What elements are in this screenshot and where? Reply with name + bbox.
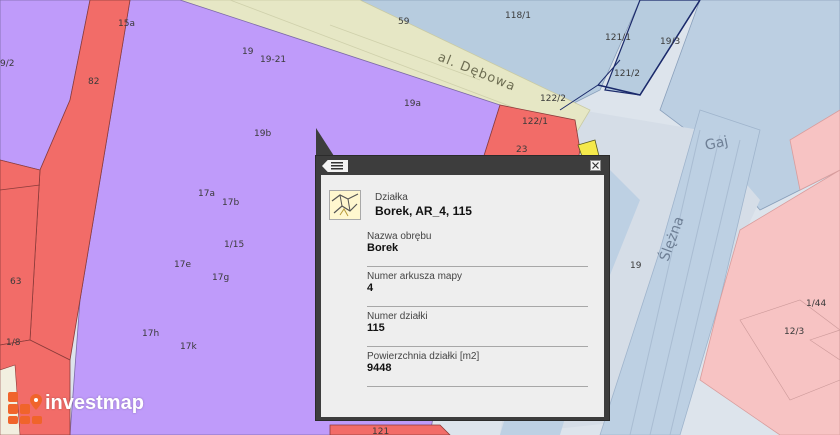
field-value: 4 [367, 282, 374, 294]
field-map-sheet-number: Numer arkusza mapy 4 [367, 271, 588, 307]
field-label: Nazwa obrębu [367, 231, 432, 242]
popup-title-value: Borek, AR_4, 115 [375, 204, 472, 218]
parcel-label: 19 [242, 47, 254, 57]
field-parcel-area: Powierzchnia działki [m2] 9448 [367, 351, 588, 387]
parcel-label: 12/3 [784, 327, 804, 337]
field-label: Numer działki [367, 311, 428, 322]
field-precinct-name: Nazwa obrębu Borek [367, 231, 588, 267]
parcel-label: 17g [212, 273, 229, 283]
parcel-label: 121/1 [605, 33, 631, 43]
field-label: Numer arkusza mapy [367, 271, 463, 282]
parcel-map-icon [329, 190, 361, 220]
list-menu-icon[interactable] [322, 160, 348, 172]
investmap-logo-icon [8, 392, 42, 429]
parcel-label: 82 [88, 77, 99, 87]
popup-title-label: Działka [375, 192, 408, 203]
parcel-label: 19/3 [660, 37, 680, 47]
field-value: Borek [367, 242, 399, 254]
popup-header [316, 156, 609, 175]
parcel-info-popup: Działka Borek, AR_4, 115 Nazwa obrębu Bo… [315, 155, 610, 421]
parcel-label: 17b [222, 198, 239, 208]
parcel-label: 15a [118, 19, 135, 29]
parcel-label: 1/44 [806, 299, 826, 309]
field-value: 115 [367, 322, 385, 334]
parcel-label: 17e [174, 260, 191, 270]
parcel-label: 122/2 [540, 94, 566, 104]
popup-pointer [316, 128, 334, 156]
parcel-label: 17h [142, 329, 159, 339]
parcel-label: 63 [10, 277, 21, 287]
parcel-label: 19a [404, 99, 421, 109]
parcel-label: 17a [198, 189, 215, 199]
parcel-label: 17k [180, 342, 197, 352]
parcel-label: 121 [372, 427, 389, 435]
parcel-label: 1/8 [6, 338, 21, 348]
popup-body: Działka Borek, AR_4, 115 Nazwa obrębu Bo… [321, 175, 604, 417]
parcel-label: 122/1 [522, 117, 548, 127]
parcel-label: 19b [254, 129, 271, 139]
parcel-label: 23 [516, 145, 527, 155]
parcel-label: 121/2 [614, 69, 640, 79]
parcel-label: 19-21 [260, 55, 286, 65]
parcel-label: 19 [630, 261, 642, 271]
close-icon[interactable] [590, 160, 601, 171]
field-value: 9448 [367, 362, 392, 374]
parcel-label: 9/2 [0, 59, 14, 69]
parcel-label: 59 [398, 17, 410, 27]
parcel-label: 118/1 [505, 11, 531, 21]
field-parcel-number: Numer działki 115 [367, 311, 588, 347]
parcel-label: 1/15 [224, 240, 244, 250]
brand-name[interactable]: investmap [45, 392, 144, 415]
field-label: Powierzchnia działki [m2] [367, 351, 480, 362]
